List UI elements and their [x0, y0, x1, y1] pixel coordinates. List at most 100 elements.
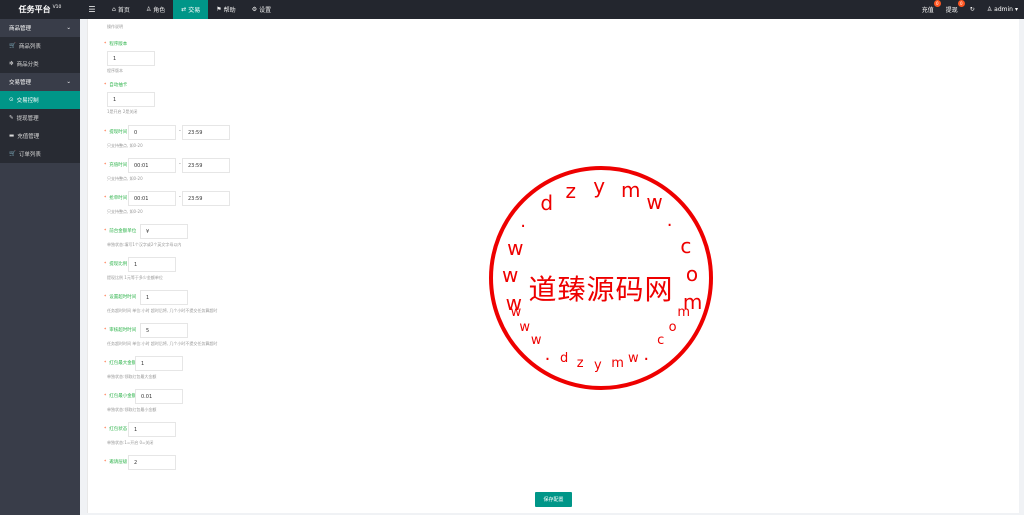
field-input[interactable]: 1 [107, 92, 155, 107]
chevron-down-icon: ⌄ [66, 79, 71, 85]
refresh-icon[interactable]: ↻ [964, 0, 981, 19]
stamp-ring-char: d [560, 351, 569, 367]
field-hint: 只支持整点, 如0-20 [107, 176, 143, 181]
nav-trade-label: 交易 [188, 7, 201, 14]
app-version: V10 [52, 5, 62, 10]
nav-home[interactable]: ⌂ 首页 [104, 0, 138, 19]
category-icon: ✻ [9, 61, 14, 67]
menu-toggle-icon[interactable]: ☰ [80, 5, 104, 14]
withdraw-link[interactable]: 提现 0 [940, 0, 965, 19]
field-hint: 单独状态:领取红包最小金额 [107, 407, 157, 412]
stamp-ring-char: o [685, 261, 699, 286]
withdraw-label: 提现 [945, 7, 958, 14]
stamp-ring-char: w [510, 304, 522, 320]
stamp-ring-char: w [502, 263, 519, 288]
field-hint: 任务超时时间 单位:小时 超时后将, 几个小时不提交任务算超时 [107, 308, 218, 313]
stamp-ring-char: z [565, 178, 576, 203]
stamp-ring-char: d [540, 191, 554, 216]
chevron-down-icon: ▾ [1014, 6, 1018, 13]
nav-help[interactable]: ⚑ 帮助 [208, 0, 243, 19]
sidebar-group-trade[interactable]: 交易管理 ⌄ [0, 73, 80, 91]
sidebar-item-trade-control[interactable]: ⊙ 交易控制 [0, 91, 80, 109]
field-label: 设置超时时间 [109, 295, 137, 300]
field-hint: 单独状态:领取红包最大金额 [107, 374, 157, 379]
field-hint: 提现比例 1元等于多少金额单位 [107, 275, 163, 280]
field-hint: 单独状态:填写1个汉字或2个英文字母以内 [107, 242, 182, 247]
sidebar-item-recharge[interactable]: ▬ 充值管理 [0, 127, 80, 145]
stamp-ring-char: w [519, 319, 531, 335]
sidebar-item-goods-category[interactable]: ✻ 商品分类 [0, 55, 80, 73]
field-label: 充值时间 [109, 163, 128, 168]
sidebar-item-withdraw[interactable]: ✎ 提现管理 [0, 109, 80, 127]
range-start-input[interactable]: 00:01 [128, 191, 176, 206]
gear-icon: ⚙ [251, 6, 258, 13]
nav-role[interactable]: ♙ 角色 [138, 0, 173, 19]
stamp-ring-char: w [646, 190, 663, 215]
stamp-ring-char: m [621, 178, 641, 203]
cart-icon: 🛒 [9, 151, 16, 157]
nav-settings[interactable]: ⚙ 设置 [244, 0, 279, 19]
range-end-input[interactable]: 23:59 [182, 158, 230, 173]
exchange-icon: ⇄ [181, 6, 187, 13]
sidebar-item-label: 提现管理 [16, 116, 39, 122]
range-end-input[interactable]: 23:59 [182, 125, 230, 140]
stamp-ring-char: . [643, 343, 650, 365]
sidebar-item-label: 交易控制 [16, 98, 39, 104]
range-start-input[interactable]: 00:01 [128, 158, 176, 173]
recharge-link[interactable]: 充值 0 [916, 0, 941, 19]
main-content: 操作说明 * 程序版本 1 程序版本 * 自动抽卡 1 1是开启 2是关闭 * 提现时… [87, 19, 1019, 513]
field-input[interactable]: ¥ [140, 224, 188, 239]
user-menu[interactable]: ♙ admin ▾ [981, 0, 1024, 19]
chevron-down-icon: ⌄ [66, 25, 71, 31]
home-icon: ⌂ [112, 6, 116, 13]
nav-home-label: 首页 [117, 7, 130, 14]
stamp-ring-char: . [520, 210, 527, 232]
nav-role-label: 角色 [153, 7, 166, 14]
range-start-input[interactable]: 0 [128, 125, 176, 140]
field-input[interactable]: 1 [107, 51, 155, 66]
nav-help-label: 帮助 [223, 7, 236, 14]
stamp-ring-char: . [544, 343, 551, 365]
stamp-ring-char: m [611, 356, 624, 372]
range-end-input[interactable]: 23:59 [182, 191, 230, 206]
field-label: 程序版本 [109, 42, 128, 47]
field-input[interactable]: 1 [128, 422, 176, 437]
field-input[interactable]: 2 [128, 455, 176, 470]
scrollbar[interactable] [1019, 19, 1024, 515]
field-hint: 1是开启 2是关闭 [107, 109, 138, 114]
field-label: 红包状态 [109, 427, 128, 432]
field-input[interactable]: 1 [140, 290, 188, 305]
user-name: admin [994, 6, 1013, 13]
stamp-ring-char: w [530, 332, 542, 348]
nav-trade[interactable]: ⇄ 交易 [173, 0, 209, 19]
field-input[interactable]: 5 [140, 323, 188, 338]
field-input[interactable]: 0.01 [135, 389, 183, 404]
field-label: 提现比例 [109, 262, 128, 267]
field-hint: 只支持整点, 如0-20 [107, 143, 143, 148]
field-input[interactable]: 1 [135, 356, 183, 371]
field-hint: 任务超时时间 单位:小时 超时后将, 几个小时不提交任务算超时 [107, 341, 218, 346]
field-label: 审核超时时间 [109, 328, 137, 333]
field-label: 红包最大金额 [109, 361, 137, 366]
control-icon: ⊙ [9, 97, 14, 103]
nav-settings-label: 设置 [259, 7, 272, 14]
stamp-ring-char: z [576, 356, 584, 372]
sidebar-item-goods-list[interactable]: 🛒 商品列表 [0, 37, 80, 55]
sidebar-item-label: 商品分类 [16, 62, 39, 68]
field-hint: 只支持整点, 如0-20 [107, 209, 143, 214]
sidebar-group-goods[interactable]: 商品管理 ⌄ [0, 19, 80, 37]
field-label: 红包最小金额 [109, 394, 137, 399]
cart-icon: 🛒 [9, 43, 16, 49]
save-button[interactable]: 保存配置 [535, 492, 572, 507]
field-label: 自动抽卡 [109, 83, 128, 88]
flag-icon: ⚑ [216, 6, 222, 13]
app-logo[interactable]: 任务平台 V10 [0, 0, 80, 19]
field-label: 前台金额单位 [109, 229, 137, 234]
field-label: 抢单时间 [109, 196, 128, 201]
hammer-icon: ✎ [9, 115, 14, 121]
stamp-ring-char: o [668, 319, 677, 335]
sidebar: 商品管理 ⌄ 🛒 商品列表 ✻ 商品分类 交易管理 ⌄ ⊙ 交易控制 ✎ 提现管理 ▬ 充值管… [0, 19, 80, 515]
field-input[interactable]: 1 [128, 257, 176, 272]
sidebar-item-orders[interactable]: 🛒 订单列表 [0, 145, 80, 163]
user-icon: ♙ [145, 6, 152, 13]
